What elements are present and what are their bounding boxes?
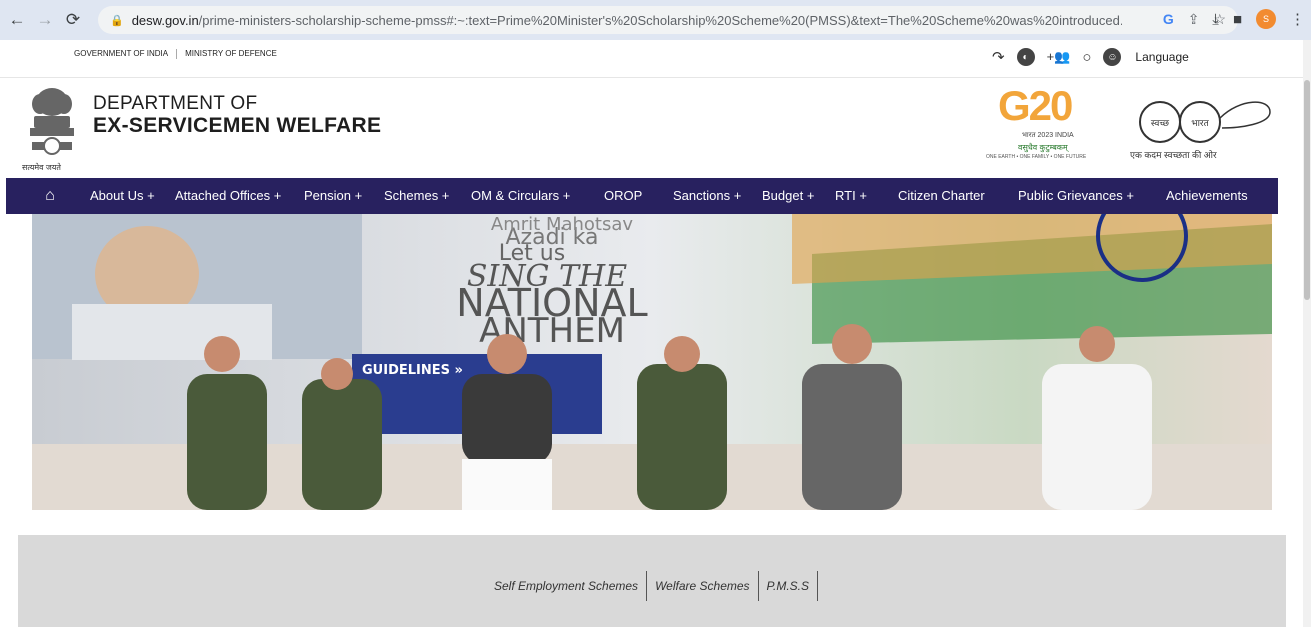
national-emblem-icon	[30, 88, 74, 155]
scrollbar-thumb[interactable]	[1304, 80, 1310, 300]
language-selector[interactable]: Language	[1135, 50, 1188, 64]
forward-arrow-icon[interactable]: →	[34, 9, 56, 31]
nav-orop[interactable]: OROP	[604, 188, 642, 203]
back-arrow-icon[interactable]: ←	[6, 9, 28, 31]
address-bar[interactable]: 🔒 desw.gov.in/prime-ministers-scholarshi…	[98, 6, 1238, 34]
search-icon[interactable]: ○	[1082, 49, 1091, 66]
gov-of-india-link[interactable]: GOVERNMENT OF INDIA	[74, 49, 168, 59]
swachh-left-text: स्वच्छ	[1151, 119, 1170, 129]
hero-banner[interactable]: Azadi ka Amrit Mahotsav Let us SING THE …	[32, 214, 1272, 510]
divider	[817, 571, 819, 601]
divider	[176, 49, 178, 59]
link-welfare-schemes[interactable]: Welfare Schemes	[647, 579, 757, 593]
site-header: सत्यमेव जयते DEPARTMENT OF EX-SERVICEMEN…	[0, 78, 1311, 178]
nav-sanctions[interactable]: Sanctions +	[673, 188, 741, 203]
swachh-bharat-logo[interactable]: स्वच्छ भारत	[1130, 88, 1274, 148]
dept-title-line1[interactable]: DEPARTMENT OF	[93, 93, 257, 115]
screen-reader-icon[interactable]: ◐	[1016, 48, 1035, 66]
home-icon[interactable]: ⌂	[30, 187, 70, 205]
nav-rti[interactable]: RTI +	[835, 188, 867, 203]
dept-title-line2[interactable]: EX-SERVICEMEN WELFARE	[93, 114, 381, 138]
nav-attached-offices[interactable]: Attached Offices +	[175, 188, 281, 203]
share-icon[interactable]: ⇪	[1188, 11, 1200, 28]
swachh-right-text: भारत	[1191, 119, 1209, 129]
banner-image: Azadi ka Amrit Mahotsav Let us SING THE …	[32, 214, 1272, 510]
link-pmss[interactable]: P.M.S.S	[759, 579, 817, 593]
nav-budget[interactable]: Budget +	[762, 188, 814, 203]
url-text[interactable]: desw.gov.in/prime-ministers-scholarship-…	[132, 13, 1122, 28]
scheme-links-panel: Self Employment Schemes Welfare Schemes …	[18, 535, 1286, 627]
url-path: /prime-ministers-scholarship-scheme-pmss…	[198, 12, 1122, 28]
reload-icon[interactable]: ⟳	[62, 9, 84, 31]
download-icon[interactable]: ⤓	[1212, 11, 1219, 28]
menu-kebab-icon[interactable]: ⋮	[1290, 10, 1305, 28]
lock-icon: 🔒	[110, 14, 124, 27]
banner-amrit: Amrit Mahotsav	[491, 214, 633, 235]
link-self-employment[interactable]: Self Employment Schemes	[494, 579, 646, 593]
profile-avatar[interactable]: S	[1256, 9, 1276, 29]
browser-toolbar: ← → ⟳ 🔒 desw.gov.in/prime-ministers-scho…	[0, 0, 1311, 40]
url-domain: desw.gov.in	[131, 12, 199, 28]
banner-guidelines: GUIDELINES »	[362, 363, 463, 378]
nav-pension[interactable]: Pension +	[304, 188, 362, 203]
sitemap-people-icon[interactable]: +👥	[1047, 49, 1071, 65]
g20-year: भारत 2023 INDIA	[1022, 132, 1074, 139]
nav-om-circulars[interactable]: OM & Circulars +	[471, 188, 570, 203]
nav-about-us[interactable]: About Us +	[90, 188, 155, 203]
main-nav: ⌂ About Us + Attached Offices + Pension …	[6, 178, 1278, 214]
g20-tagline: ONE EARTH • ONE FAMILY • ONE FUTURE	[986, 154, 1087, 160]
gov-top-strip: GOVERNMENT OF INDIA MINISTRY OF DEFENCE …	[0, 40, 1311, 78]
page-scrollbar[interactable]	[1303, 40, 1311, 627]
side-panel-icon[interactable]: ■	[1233, 11, 1242, 28]
ministry-link[interactable]: MINISTRY OF DEFENCE	[185, 49, 277, 59]
nav-achievements[interactable]: Achievements	[1166, 188, 1248, 203]
accessibility-icon[interactable]: ☺	[1103, 48, 1122, 66]
skip-to-content-icon[interactable]: ↷	[992, 48, 1005, 66]
g20-logo[interactable]: G20	[998, 82, 1073, 130]
nav-citizen-charter[interactable]: Citizen Charter	[898, 188, 985, 203]
swachh-caption: एक कदम स्वच्छता की ओर	[1130, 150, 1217, 160]
emblem-caption: सत्यमेव जयते	[22, 163, 61, 172]
g20-motto: वसुधैव कुटुम्बकम्	[1018, 143, 1068, 152]
nav-public-grievances[interactable]: Public Grievances +	[1018, 188, 1134, 203]
nav-schemes[interactable]: Schemes +	[384, 188, 449, 203]
google-icon[interactable]: G	[1163, 11, 1174, 28]
